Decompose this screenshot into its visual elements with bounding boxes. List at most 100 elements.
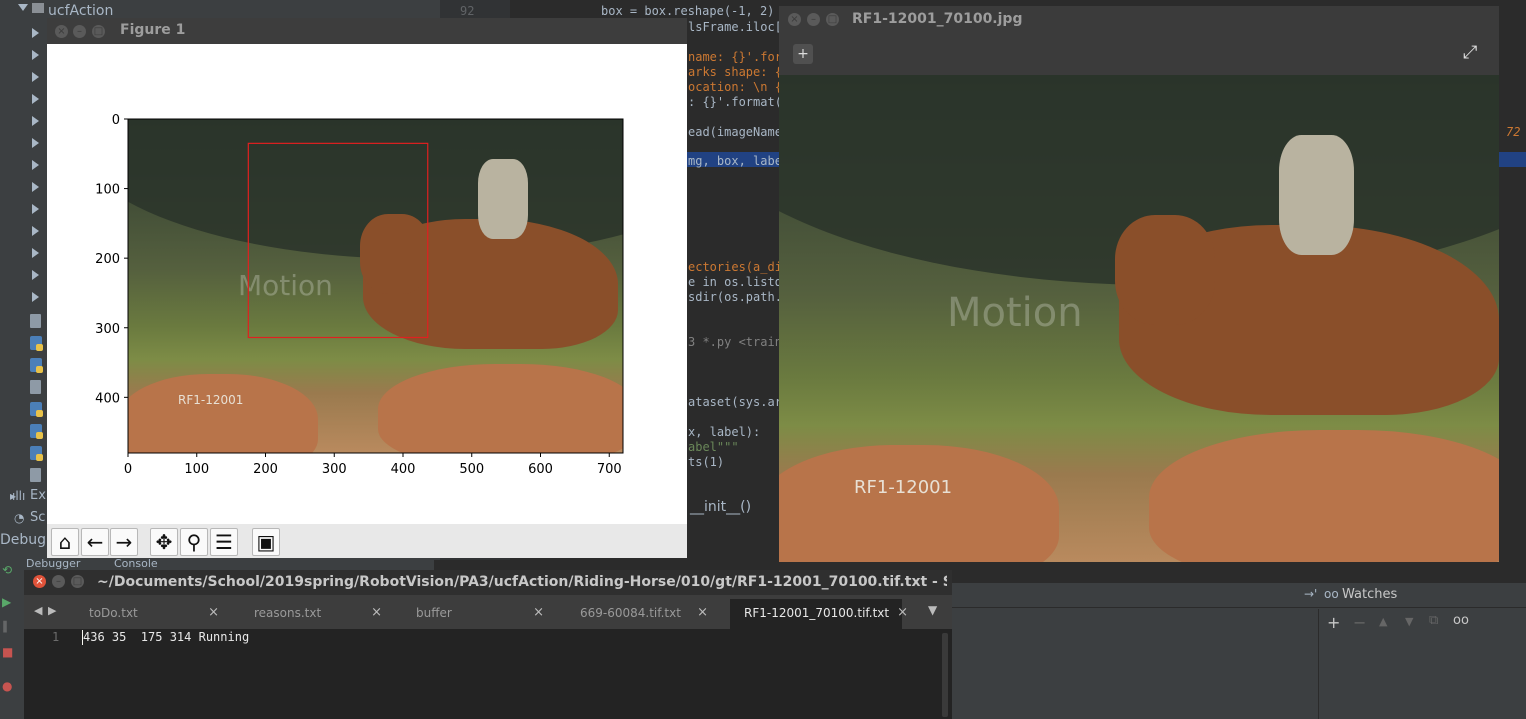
chevron-right-icon[interactable] [32,248,39,258]
code-line: box = box.reshape(-1, 2) [601,4,775,18]
maximize-icon[interactable]: □ [71,575,84,588]
image-viewer-window: × – □ RF1-12001_70100.jpg + ⤢ Motion RF1… [779,6,1499,562]
chevron-right-icon[interactable] [32,28,39,38]
tab-console[interactable]: Console [114,557,158,570]
configure-button[interactable]: ☰ [210,528,238,556]
viewer-title: RF1-12001_70100.jpg [852,11,1023,27]
zoom-button[interactable]: ⚲ [180,528,208,556]
sublime-titlebar: × – □ ~/Documents/School/2019spring/Robo… [24,570,952,595]
code-line: ectories(a_dir [688,260,790,274]
chevron-down-icon[interactable] [18,4,28,11]
chevron-right-icon[interactable] [32,292,39,302]
minimize-icon[interactable]: – [52,575,65,588]
matplotlib-figure-window: × – □ Figure 1 0 100 200 300 400 500 600 700 0 10… [47,18,687,558]
code-line: ataset(sys.arg [688,395,790,409]
close-tab-icon[interactable]: × [697,599,708,627]
breadcrumb[interactable]: __init__() [680,496,780,518]
watches-toolbar: + − ▲ ▼ ⧉ oo [1318,609,1526,719]
stop-icon[interactable]: ■ [2,645,13,659]
code-line: ts(1) [688,455,725,469]
sublime-text-window: × – □ ~/Documents/School/2019spring/Robo… [24,570,952,719]
figure-canvas[interactable]: 0 100 200 300 400 500 600 700 0 100 200 300 400 Moti… [47,44,687,524]
minimize-icon[interactable]: – [807,13,820,26]
pan-button[interactable]: ✥ [150,528,178,556]
code-line: ocation: \n { [688,80,782,94]
viewer-titlebar: × – □ RF1-12001_70100.jpg [779,6,1499,34]
pause-icon[interactable]: ∥ [2,619,8,633]
remove-watch-icon[interactable]: − [1353,613,1366,632]
chevron-right-icon[interactable] [32,50,39,60]
close-tab-icon[interactable]: × [208,599,219,627]
tab-label: toDo.txt [89,606,138,620]
code-line: abel""" [688,440,739,454]
motion-watermark: Motion [947,290,1083,336]
add-watch-icon[interactable]: + [1327,613,1340,632]
axes-frame [127,118,624,454]
move-down-icon[interactable]: ▼ [1405,615,1413,628]
code-line: 3 *.py <train [688,335,782,349]
add-icon[interactable]: + [793,44,813,64]
sublime-editor[interactable]: 1 436 35 175 314 Running [24,629,952,719]
copy-icon[interactable]: ⧉ [1429,613,1438,628]
figure-titlebar: × – □ Figure 1 [47,18,687,44]
chevron-right-icon[interactable] [32,138,39,148]
figure-title: Figure 1 [120,22,186,38]
home-button[interactable]: ⌂ [51,528,79,556]
folder-icon [32,3,44,13]
chevron-right-icon[interactable] [32,182,39,192]
tab-label: buffer [416,606,452,620]
chevron-right-icon[interactable] [32,160,39,170]
breakpoints-icon[interactable]: ● [2,679,12,693]
fullscreen-icon[interactable]: ⤢ [1463,42,1477,63]
line-number: 1 [52,630,60,644]
rerun-icon[interactable]: ⟲ [2,563,12,577]
tab-label: RF1-12001_70100.tif.txt [744,606,890,620]
watches-title: Watches [1342,587,1398,602]
minimize-icon[interactable]: – [73,25,86,38]
glasses-icon[interactable]: oo [1453,613,1469,628]
code-line: sdir(os.path.j [688,290,790,304]
figure-toolbar: ⌂ ← → ✥ ⚲ ☰ ▣ [47,524,687,558]
python-file-icon [30,336,43,351]
tab-file[interactable]: 669-60084.tif.txt × [580,599,708,627]
viewer-toolbar: + ⤢ [779,34,1499,75]
glasses-icon: oo [1324,587,1339,601]
chevron-right-icon[interactable] [32,72,39,82]
close-icon[interactable]: × [33,575,46,588]
chevron-right-icon[interactable] [32,116,39,126]
debug-label: Debug [0,532,47,548]
close-tab-icon[interactable]: × [897,599,908,627]
move-up-icon[interactable]: ▲ [1379,615,1387,628]
code-line: name: {}'.for [688,50,782,64]
annotation-overlay [127,118,624,454]
maximize-icon[interactable]: □ [92,25,105,38]
tab-file[interactable]: reasons.txt × [254,599,382,627]
tab-dropdown-icon[interactable]: ▼ [928,603,937,617]
tab-file[interactable]: buffer × [416,599,544,627]
chevron-right-icon[interactable] [32,226,39,236]
chevron-right-icon[interactable] [32,204,39,214]
close-icon[interactable]: × [788,13,801,26]
line-number: 92 [460,4,475,18]
breadcrumb-label: __init__() [690,499,752,515]
close-tab-icon[interactable]: × [371,599,382,627]
resume-icon[interactable]: ▶ [2,595,11,609]
tab-nav-right-icon[interactable]: ▶ [48,604,56,617]
maximize-icon[interactable]: □ [826,13,839,26]
watches-pin-icon[interactable]: →' [1304,587,1317,601]
chevron-right-icon[interactable] [32,94,39,104]
chevron-right-icon[interactable] [32,270,39,280]
tab-nav-left-icon[interactable]: ◀ [34,604,42,617]
code-line: ead(imageName [688,125,782,139]
back-button[interactable]: ← [81,528,109,556]
tab-file[interactable]: toDo.txt × [89,599,219,627]
close-icon[interactable]: × [55,25,68,38]
forward-button[interactable]: → [110,528,138,556]
tab-file-active[interactable]: RF1-12001_70100.tif.txt × [730,599,908,629]
code-line: mg, box, label [688,154,790,168]
library-icon: ıllı [12,489,26,503]
save-button[interactable]: ▣ [252,528,280,556]
tab-debugger[interactable]: Debugger [26,557,80,570]
scrollbar[interactable] [942,633,948,717]
close-tab-icon[interactable]: × [533,599,544,627]
